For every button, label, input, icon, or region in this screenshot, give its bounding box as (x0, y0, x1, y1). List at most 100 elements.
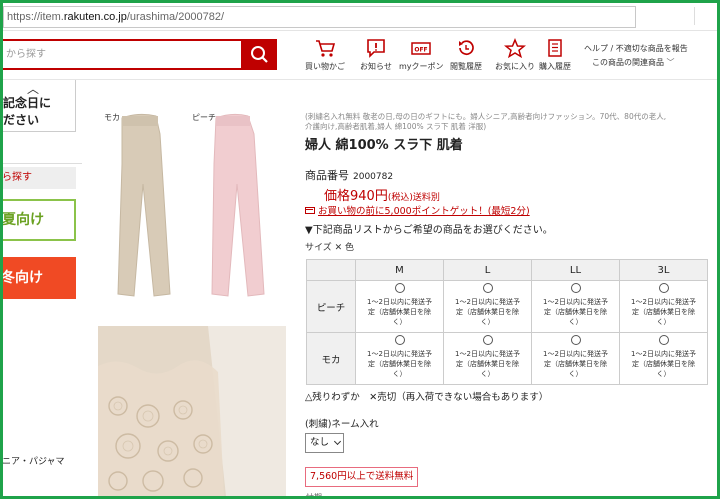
divider (0, 163, 82, 164)
product-title: 婦人 綿100% スラ下 肌着 (305, 138, 463, 153)
coupon-link[interactable]: OFF myクーポン (399, 38, 444, 72)
cart-link[interactable]: 買い物かご (305, 38, 345, 72)
variant-table: M L LL 3L ピーチ 1〜2日以内に発送予 定（店舗休業日を除 く） 1〜2日… (306, 259, 708, 385)
stock-note-line2: 定（店舗休業日を除 (368, 308, 431, 316)
sidebar-search-by[interactable]: ら探す (0, 167, 76, 189)
price-tax-note: (税込) (387, 193, 413, 203)
stock-note-line2: 定（店舗休業日を除 (456, 308, 519, 316)
product-tags-line2: 介護向け,高齢者肌着,婦人 綿100% スラ下 肌着 洋服) (305, 122, 487, 131)
notice-icon (367, 39, 385, 58)
points-campaign-link[interactable]: お買い物の前に5,000ポイントゲット！(最短2分) (305, 203, 530, 217)
stock-note-line3: く） (392, 370, 407, 378)
size-header: L (443, 259, 532, 281)
variant-radio[interactable] (658, 335, 669, 345)
coupon-icon: OFF (411, 42, 432, 55)
purchase-history-link[interactable]: 購入履歴 (539, 38, 571, 72)
size-header: 3L (619, 259, 708, 281)
url-field[interactable]: https://item.rakuten.co.jp/urashima/2000… (3, 6, 636, 28)
sidebar-banner-line1: 記念日に (3, 96, 52, 110)
stock-note-line1: 1〜2日以内に発送予 (631, 298, 696, 306)
cart-icon (316, 40, 336, 57)
url-prefix: https://item. (7, 11, 64, 23)
product-number-label: 商品番号 (305, 169, 349, 182)
favorites-label: お気に入り (495, 62, 535, 71)
variant-radio[interactable] (482, 335, 493, 345)
help-links: ヘルプ / 不適切な商品を報告 この商品の関連商品 ﹀ (584, 42, 688, 70)
variant-radio[interactable] (394, 335, 405, 345)
stock-note-line1: 1〜2日以内に発送予 (367, 298, 432, 306)
purchase-history-icon (548, 39, 562, 57)
product-tags: (刺繍名入れ無料 敬老の日,母の日のギフトにも。婦人シニア,高齢者向けファッショ… (305, 112, 705, 132)
stock-note-line2: 定（店舗休業日を除 (544, 360, 607, 368)
variant-option[interactable]: 1〜2日以内に発送予 定（店舗休業日を除 く） (531, 332, 620, 385)
related-products-link[interactable]: この商品の関連商品 ﹀ (584, 56, 688, 70)
product-info: (刺繍名入れ無料 敬老の日,母の日のギフトにも。婦人シニア,高齢者向けファッショ… (305, 112, 705, 253)
divider (0, 30, 720, 31)
price-shipping-note: 送料別 (412, 193, 440, 203)
product-price: 価格940円(税込)送料別 (324, 185, 440, 204)
related-products-label: この商品の関連商品 (592, 58, 664, 67)
favorites-link[interactable]: お気に入り (495, 38, 535, 72)
variant-radio[interactable] (394, 283, 405, 293)
product-image-lace-detail[interactable] (98, 326, 286, 496)
variant-radio[interactable] (658, 283, 669, 293)
sidebar-winter-button[interactable]: 冬向け (0, 257, 76, 299)
embroidery-select[interactable]: なし (305, 433, 344, 453)
variant-radio[interactable] (482, 283, 493, 293)
left-sidebar: ︿ 記念日に ださい ら探す 夏向け 冬向け ニア・パジャマ (0, 80, 82, 499)
product-image-main[interactable] (98, 104, 294, 304)
browser-toolbar-edge (694, 7, 714, 25)
variant-option[interactable]: 1〜2日以内に発送予 定（店舗休業日を除 く） (443, 280, 532, 333)
variant-option[interactable]: 1〜2日以内に発送予 定（店舗休業日を除 く） (619, 280, 708, 333)
stock-note-line3: く） (480, 318, 495, 326)
star-icon (504, 38, 526, 58)
cart-label: 買い物かご (305, 62, 345, 71)
table-row: ピーチ 1〜2日以内に発送予 定（店舗休業日を除 く） 1〜2日以内に発送予 定（店舗… (306, 280, 708, 333)
color-header: モカ (306, 332, 356, 385)
price-value: 価格940円 (324, 189, 388, 204)
stock-note-line2: 定（店舗休業日を除 (456, 360, 519, 368)
free-shipping-badge: 7,560円以上で送料無料 (305, 467, 419, 487)
points-campaign-text: お買い物の前に5,000ポイントゲット！(最短2分) (318, 206, 530, 217)
variant-radio[interactable] (570, 335, 581, 345)
svg-text:OFF: OFF (415, 47, 428, 54)
chevron-down-icon: ﹀ (666, 58, 675, 67)
variant-option[interactable]: 1〜2日以内に発送予 定（店舗休業日を除 く） (443, 332, 532, 385)
color-header: ピーチ (306, 280, 356, 333)
product-detail-photo (98, 326, 286, 496)
stock-note-line2: 定（店舗休業日を除 (368, 360, 431, 368)
notice-label: お知らせ (360, 62, 392, 71)
help-report-link[interactable]: ヘルプ / 不適切な商品を報告 (584, 42, 688, 56)
sidebar-banner-anniversary[interactable]: ︿ 記念日に ださい (0, 80, 76, 132)
purchase-history-label: 購入履歴 (539, 62, 571, 71)
stock-note-line3: く） (392, 318, 407, 326)
sidebar-banner-line2: ださい (3, 113, 40, 127)
chevron-down-icon (333, 437, 342, 446)
stock-note-line1: 1〜2日以内に発送予 (543, 298, 608, 306)
product-number: 商品番号 2000782 (305, 167, 393, 183)
history-icon (459, 40, 474, 56)
url-path: /urashima/2000782/ (126, 11, 225, 23)
stock-note-line1: 1〜2日以内に発送予 (455, 298, 520, 306)
variant-option[interactable]: 1〜2日以内に発送予 定（店舗休業日を除 く） (619, 332, 708, 385)
sidebar-summer-button[interactable]: 夏向け (0, 199, 76, 241)
stock-note-line2: 定（店舗休業日を除 (632, 360, 695, 368)
header-divider (0, 79, 720, 80)
stock-note-line3: く） (568, 370, 583, 378)
product-tags-line1: (刺繍名入れ無料 敬老の日,母の日のギフトにも。婦人シニア,高齢者向けファッショ… (305, 112, 667, 121)
embroidery-selected-value: なし (310, 437, 330, 448)
sidebar-item-pajama[interactable]: ニア・パジャマ (2, 454, 65, 467)
size-header: LL (531, 259, 620, 281)
variant-option[interactable]: 1〜2日以内に発送予 定（店舗休業日を除 く） (355, 332, 444, 385)
search-input[interactable]: から探す (0, 39, 241, 70)
selection-notice: ▼下記商品リストからご希望の商品をお選びください。 (305, 225, 553, 236)
variant-radio[interactable] (570, 283, 581, 293)
history-link[interactable]: 閲覧履歴 (450, 38, 482, 72)
variant-option[interactable]: 1〜2日以内に発送予 定（店舗休業日を除 く） (531, 280, 620, 333)
stock-note-line1: 1〜2日以内に発送予 (631, 350, 696, 358)
stock-note-line3: く） (568, 318, 583, 326)
notice-link[interactable]: お知らせ (360, 38, 392, 72)
search-button[interactable] (241, 39, 277, 70)
variant-option[interactable]: 1〜2日以内に発送予 定（店舗休業日を除 く） (355, 280, 444, 333)
stock-note-line2: 定（店舗休業日を除 (544, 308, 607, 316)
